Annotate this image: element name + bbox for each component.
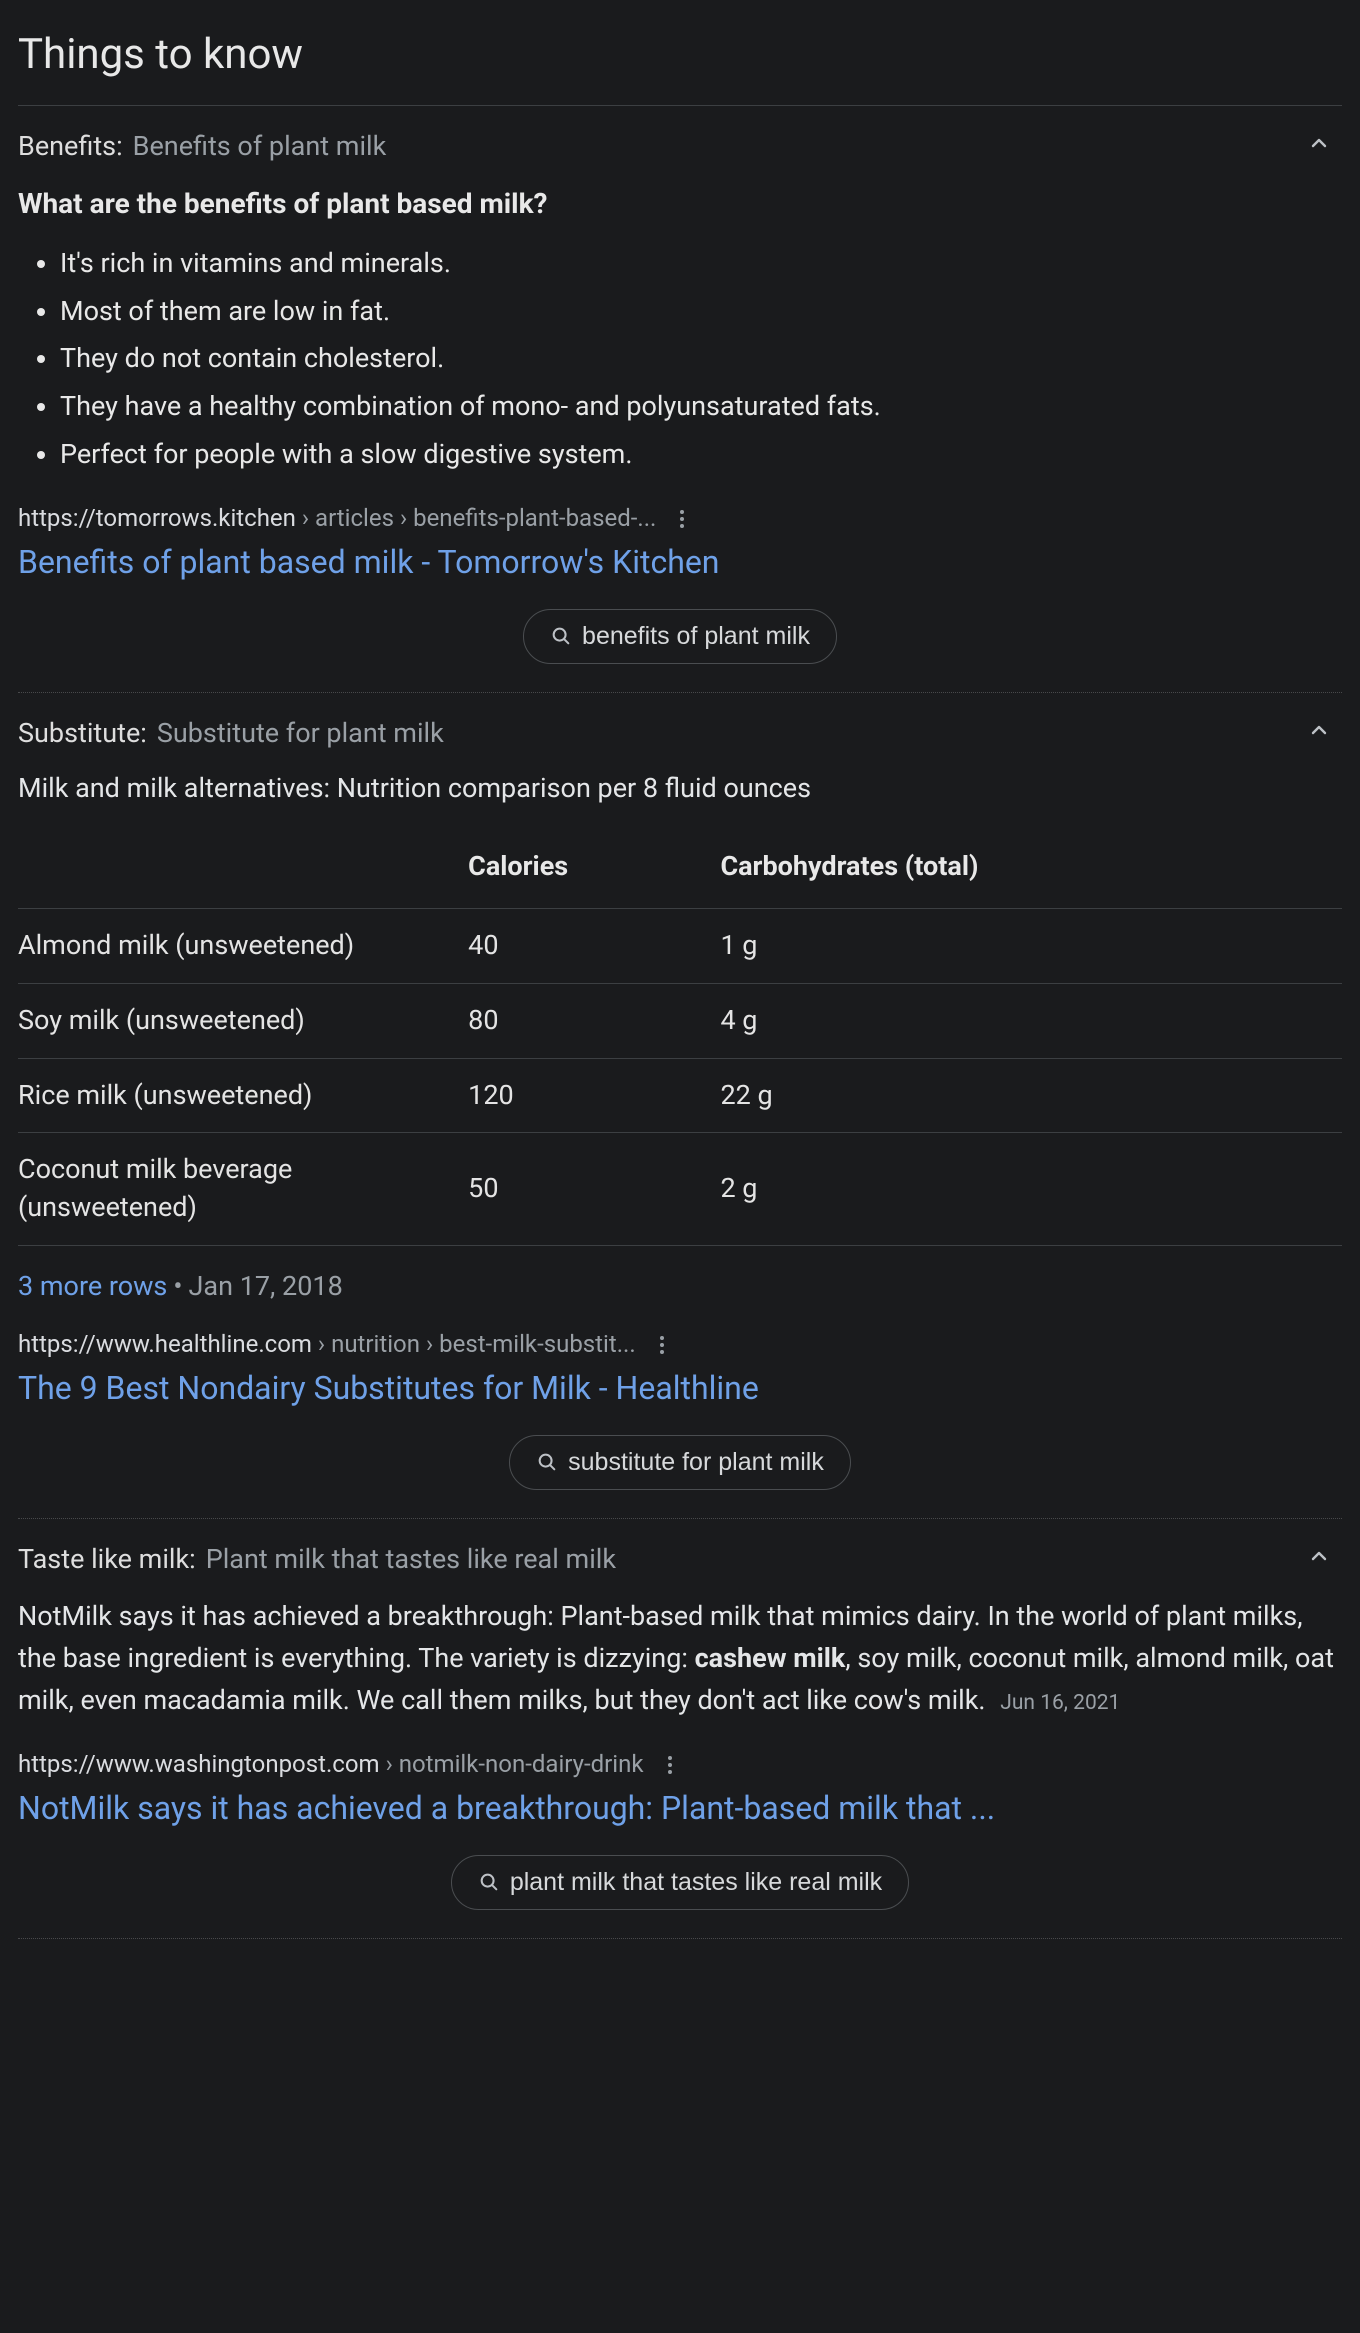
list-item: Most of them are low in fat. <box>60 293 1342 331</box>
cell-carbs: 22 g <box>720 1058 1342 1133</box>
cell-name: Almond milk (unsweetened) <box>18 908 468 983</box>
nutrition-table: Calories Carbohydrates (total) Almond mi… <box>18 828 1342 1246</box>
result-title[interactable]: NotMilk says it has achieved a breakthro… <box>18 1787 1342 1830</box>
table-header <box>18 828 468 908</box>
more-options-icon[interactable] <box>650 1333 674 1357</box>
result-cite[interactable]: https://www.healthline.com › nutrition ›… <box>18 1328 636 1362</box>
table-date: Jan 17, 2018 <box>189 1270 343 1302</box>
list-item: They do not contain cholesterol. <box>60 340 1342 378</box>
more-rows-link[interactable]: 3 more rows <box>18 1270 167 1302</box>
chip-label: plant milk that tastes like real milk <box>510 1868 882 1897</box>
related-chip-taste[interactable]: plant milk that tastes like real milk <box>451 1855 909 1910</box>
related-chip-substitute[interactable]: substitute for plant milk <box>509 1435 851 1490</box>
cell-calories: 40 <box>468 908 720 983</box>
panel-subtitle: Plant milk that tastes like real milk <box>206 1541 616 1579</box>
more-options-icon[interactable] <box>658 1753 682 1777</box>
panel-subtitle: Benefits of plant milk <box>133 128 387 166</box>
cell-name: Rice milk (unsweetened) <box>18 1058 468 1133</box>
cell-calories: 120 <box>468 1058 720 1133</box>
benefits-question: What are the benefits of plant based mil… <box>18 184 1342 223</box>
list-item: Perfect for people with a slow digestive… <box>60 436 1342 474</box>
panel-label: Taste like milk: <box>18 1541 196 1579</box>
more-options-icon[interactable] <box>670 507 694 531</box>
cite-host: https://www.healthline.com <box>18 1330 312 1358</box>
list-item: They have a healthy combination of mono-… <box>60 388 1342 426</box>
cell-carbs: 2 g <box>720 1133 1342 1246</box>
panel-benefits: Benefits: Benefits of plant milk What ar… <box>18 106 1342 693</box>
result-cite[interactable]: https://tomorrows.kitchen › articles › b… <box>18 502 656 536</box>
panel-header-substitute[interactable]: Substitute: Substitute for plant milk <box>18 715 1342 753</box>
more-rows-row: 3 more rows•Jan 17, 2018 <box>18 1268 1342 1306</box>
cell-carbs: 4 g <box>720 983 1342 1058</box>
table-row: Soy milk (unsweetened) 80 4 g <box>18 983 1342 1058</box>
cell-carbs: 1 g <box>720 908 1342 983</box>
table-header: Carbohydrates (total) <box>720 828 1342 908</box>
result-title[interactable]: Benefits of plant based milk - Tomorrow'… <box>18 541 1342 584</box>
cell-calories: 50 <box>468 1133 720 1246</box>
chevron-up-icon[interactable] <box>1306 717 1332 743</box>
benefits-list: It's rich in vitamins and minerals. Most… <box>18 245 1342 474</box>
cell-name: Soy milk (unsweetened) <box>18 983 468 1058</box>
cite-host: https://www.washingtonpost.com <box>18 1750 380 1778</box>
panel-label: Substitute: <box>18 715 147 753</box>
table-row: Almond milk (unsweetened) 40 1 g <box>18 908 1342 983</box>
panel-header-benefits[interactable]: Benefits: Benefits of plant milk <box>18 128 1342 166</box>
cite-host: https://tomorrows.kitchen <box>18 504 296 532</box>
table-row: Rice milk (unsweetened) 120 22 g <box>18 1058 1342 1133</box>
panel-taste: Taste like milk: Plant milk that tastes … <box>18 1519 1342 1939</box>
panel-substitute: Substitute: Substitute for plant milk Mi… <box>18 693 1342 1519</box>
chip-label: benefits of plant milk <box>582 622 810 651</box>
cite-crumbs: › articles › benefits-plant-based-... <box>296 504 656 532</box>
taste-date: Jun 16, 2021 <box>1000 1691 1120 1715</box>
related-chip-benefits[interactable]: benefits of plant milk <box>523 609 837 664</box>
cite-crumbs: › nutrition › best-milk-substit... <box>312 1330 636 1358</box>
taste-paragraph: NotMilk says it has achieved a breakthro… <box>18 1596 1342 1722</box>
chevron-up-icon[interactable] <box>1306 130 1332 156</box>
result-title[interactable]: The 9 Best Nondairy Substitutes for Milk… <box>18 1367 1342 1410</box>
table-header: Calories <box>468 828 720 908</box>
table-row: Coconut milk beverage (unsweetened) 50 2… <box>18 1133 1342 1246</box>
list-item: It's rich in vitamins and minerals. <box>60 245 1342 283</box>
cite-crumbs: › notmilk-non-dairy-drink <box>380 1750 644 1778</box>
cell-name: Coconut milk beverage (unsweetened) <box>18 1133 468 1246</box>
chip-label: substitute for plant milk <box>568 1448 824 1477</box>
chevron-up-icon[interactable] <box>1306 1543 1332 1569</box>
panel-header-taste[interactable]: Taste like milk: Plant milk that tastes … <box>18 1541 1342 1579</box>
result-cite[interactable]: https://www.washingtonpost.com › notmilk… <box>18 1748 644 1782</box>
section-title: Things to know <box>18 26 1342 106</box>
cell-calories: 80 <box>468 983 720 1058</box>
panel-label: Benefits: <box>18 128 123 166</box>
panel-subtitle: Substitute for plant milk <box>157 715 444 753</box>
substitute-intro: Milk and milk alternatives: Nutrition co… <box>18 770 1342 808</box>
